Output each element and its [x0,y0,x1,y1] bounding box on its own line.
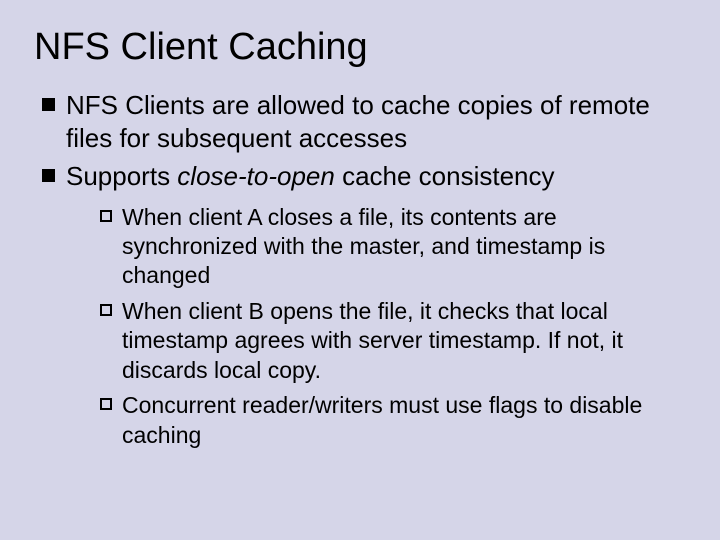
bullet-list-level-1: NFS Clients are allowed to cache copies … [42,89,686,450]
filled-square-icon [42,169,55,182]
italic-term: close-to-open [177,161,335,191]
hollow-square-icon [100,304,112,316]
slide-title: NFS Client Caching [34,26,686,69]
list-item: NFS Clients are allowed to cache copies … [42,89,686,154]
list-item: Supports close-to-open cache consistency… [42,160,686,450]
bullet-text: Supports close-to-open cache consistency [66,161,555,191]
text-prefix: Supports [66,161,177,191]
list-item: When client B opens the file, it checks … [100,297,686,385]
hollow-square-icon [100,210,112,222]
sub-bullet-text: Concurrent reader/writers must use flags… [122,392,642,447]
bullet-text: NFS Clients are allowed to cache copies … [66,90,650,153]
list-item: When client A closes a file, its content… [100,203,686,291]
filled-square-icon [42,98,55,111]
list-item: Concurrent reader/writers must use flags… [100,391,686,450]
bullet-list-level-2: When client A closes a file, its content… [100,203,686,451]
text-suffix: cache consistency [335,161,555,191]
hollow-square-icon [100,398,112,410]
slide: NFS Client Caching NFS Clients are allow… [0,0,720,540]
sub-bullet-text: When client B opens the file, it checks … [122,298,623,383]
sub-bullet-text: When client A closes a file, its content… [122,204,605,289]
